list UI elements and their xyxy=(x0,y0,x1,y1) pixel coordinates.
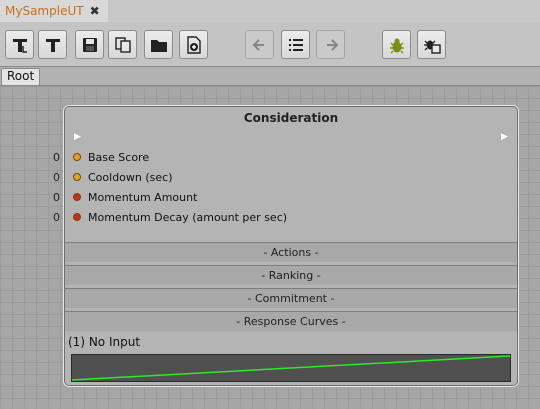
copy-button[interactable] xyxy=(108,30,137,59)
input-row-momentum-decay[interactable]: Momentum Decay (amount per sec) xyxy=(73,208,287,226)
new-ai-icon xyxy=(12,38,27,53)
add-file-button[interactable] xyxy=(179,30,208,59)
open-folder-icon xyxy=(150,39,167,52)
document-tab[interactable]: MySampleUT ✖ xyxy=(0,0,108,22)
response-curve-graph[interactable] xyxy=(71,354,511,382)
actions-section[interactable]: - Actions - xyxy=(65,242,517,262)
undo-icon xyxy=(252,38,264,51)
list-button[interactable] xyxy=(281,30,310,59)
debug-window-icon xyxy=(423,40,441,54)
window-tab-bar: MySampleUT ✖ xyxy=(0,0,540,22)
text-tool-icon xyxy=(45,38,60,52)
add-file-icon xyxy=(186,35,201,54)
undo-button[interactable] xyxy=(245,30,274,59)
input-value-base-score: 0 xyxy=(53,151,60,164)
input-label: Base Score xyxy=(88,150,150,164)
input-row-cooldown[interactable]: Cooldown (sec) xyxy=(73,168,173,186)
consideration-node[interactable]: Consideration ▶ ▶ Base Score Cooldown (s… xyxy=(64,106,518,386)
redo-icon xyxy=(326,38,338,51)
open-folder-button[interactable] xyxy=(144,30,173,59)
list-icon xyxy=(288,38,303,51)
input-label: Momentum Amount xyxy=(88,190,198,204)
input-label: Cooldown (sec) xyxy=(88,170,173,184)
toolbar xyxy=(0,22,540,66)
input-triangle-icon[interactable]: ▶ xyxy=(74,132,81,142)
redo-button[interactable] xyxy=(316,30,345,59)
input-row-base-score[interactable]: Base Score xyxy=(73,148,149,166)
debug-bug-icon xyxy=(389,38,404,53)
ranking-section[interactable]: - Ranking - xyxy=(65,265,517,285)
close-icon[interactable]: ✖ xyxy=(90,4,100,18)
debug-button[interactable] xyxy=(382,30,411,59)
input-port-dot[interactable] xyxy=(73,193,81,201)
output-triangle-icon[interactable]: ▶ xyxy=(501,132,508,142)
input-row-momentum-amount[interactable]: Momentum Amount xyxy=(73,188,197,206)
tab-title: MySampleUT xyxy=(5,4,84,18)
save-icon xyxy=(82,37,97,52)
input-value-momentum-decay: 0 xyxy=(53,211,60,224)
breadcrumb-root[interactable]: Root xyxy=(1,68,41,86)
copy-icon xyxy=(114,36,131,53)
text-tool-button[interactable] xyxy=(38,30,67,59)
input-port-dot[interactable] xyxy=(73,173,81,181)
input-value-momentum-amount: 0 xyxy=(53,191,60,204)
save-button[interactable] xyxy=(75,30,104,59)
commitment-section[interactable]: - Commitment - xyxy=(65,288,517,308)
input-port-dot[interactable] xyxy=(73,213,81,221)
debug-window-button[interactable] xyxy=(417,30,446,59)
input-value-cooldown: 0 xyxy=(53,171,60,184)
new-ai-button[interactable] xyxy=(5,30,34,59)
breadcrumb: Root xyxy=(0,66,540,86)
node-title: Consideration xyxy=(243,111,339,125)
curve-label: (1) No Input xyxy=(68,335,141,349)
input-port-dot[interactable] xyxy=(73,153,81,161)
input-label: Momentum Decay (amount per sec) xyxy=(88,210,288,224)
response-curves-section[interactable]: - Response Curves - xyxy=(65,311,517,331)
curve-plot xyxy=(71,355,511,381)
curve-line xyxy=(71,355,511,381)
